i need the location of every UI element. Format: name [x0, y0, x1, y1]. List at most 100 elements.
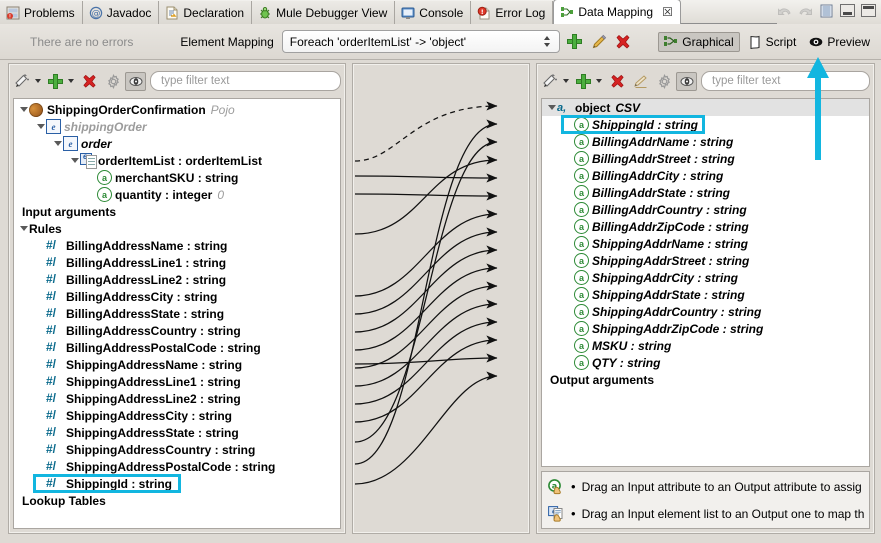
tree-row-label: ShippingAddressState : string — [66, 425, 239, 440]
delete-icon[interactable] — [609, 73, 626, 90]
tree-row[interactable]: #/ ShippingId : string — [14, 474, 340, 493]
tree-row[interactable]: Rules — [14, 220, 340, 237]
twisty-expanded-icon[interactable] — [52, 135, 63, 152]
input-tree[interactable]: ShippingOrderConfirmation Pojo e shippingOr… — [13, 98, 341, 529]
tree-row[interactable]: a ShippingAddrStreet : string — [542, 252, 869, 269]
twisty-expanded-icon[interactable] — [18, 220, 29, 237]
tree-row[interactable]: a QTY : string — [542, 354, 869, 371]
minimize-button[interactable] — [840, 4, 855, 17]
edit-mapping-button[interactable] — [590, 33, 608, 51]
forward-arrow-icon[interactable] — [798, 4, 813, 18]
tree-row[interactable]: a MSKU : string — [542, 337, 869, 354]
add-icon[interactable] — [47, 73, 63, 89]
eye-icon[interactable] — [676, 71, 697, 91]
tree-row[interactable]: a quantity : integer 0 — [14, 186, 340, 203]
input-panel: type filter text ShippingOrderConfirmati… — [8, 63, 346, 534]
close-icon[interactable]: ☒ — [662, 5, 673, 19]
tree-row[interactable]: ShippingOrderConfirmation Pojo — [14, 101, 340, 119]
tree-row[interactable]: Input arguments — [14, 203, 340, 220]
tab-javadoc[interactable]: @ Javadoc — [82, 1, 160, 24]
wand-dropdown-icon[interactable] — [35, 79, 41, 83]
tab-console[interactable]: Console — [395, 1, 472, 24]
tree-row[interactable]: #/ ShippingAddressLine1 : string — [14, 373, 340, 390]
tree-row[interactable]: a ShippingAddrZipCode : string — [542, 320, 869, 337]
tab-declaration[interactable]: Declaration — [159, 1, 253, 24]
tab-mule-debugger-view[interactable]: Mule Debugger View — [252, 1, 396, 24]
tab-data-mapping[interactable]: Data Mapping ☒ — [553, 0, 681, 24]
tree-row[interactable]: #/ BillingAddressCity : string — [14, 288, 340, 305]
add-dropdown-icon[interactable] — [596, 79, 602, 83]
tree-row[interactable]: #/ ShippingAddressLine2 : string — [14, 390, 340, 407]
add-icon[interactable] — [575, 73, 591, 89]
tree-row[interactable]: Lookup Tables — [14, 492, 340, 509]
tree-row[interactable]: #/ ShippingAddressPostalCode : string — [14, 458, 340, 475]
tree-row[interactable]: a ShippingId : string — [542, 115, 869, 134]
magic-wand-icon[interactable] — [541, 73, 558, 89]
chevron-updown-icon[interactable] — [541, 33, 554, 50]
mapping-lines-panel[interactable] — [352, 63, 530, 534]
tree-row[interactable]: #/ ShippingAddressCity : string — [14, 407, 340, 424]
tree-row[interactable]: a merchantSKU : string — [14, 169, 340, 186]
view-menu-icon[interactable] — [819, 4, 834, 18]
tree-row[interactable]: a BillingAddrState : string — [542, 184, 869, 201]
delete-mapping-button[interactable] — [614, 33, 632, 51]
status-text: There are no errors — [30, 34, 134, 49]
gear-icon[interactable] — [657, 73, 672, 89]
tree-row[interactable]: a ShippingAddrState : string — [542, 286, 869, 303]
twisty-expanded-icon[interactable] — [546, 99, 557, 116]
tree-row[interactable]: a BillingAddrStreet : string — [542, 150, 869, 167]
tree-row[interactable]: a BillingAddrCity : string — [542, 167, 869, 184]
view-script-button[interactable]: Script — [743, 33, 802, 51]
tree-row[interactable]: a ShippingAddrCountry : string — [542, 303, 869, 320]
tree-row[interactable]: #/ BillingAddressName : string — [14, 237, 340, 254]
tree-row[interactable]: #/ ShippingAddressState : string — [14, 424, 340, 441]
twisty-expanded-icon[interactable] — [18, 101, 29, 118]
tree-row[interactable]: e order — [14, 135, 340, 152]
tree-row[interactable]: a BillingAddrCountry : string — [542, 201, 869, 218]
add-mapping-button[interactable] — [566, 33, 584, 51]
tree-row[interactable]: #/ BillingAddressPostalCode : string — [14, 339, 340, 356]
tree-row[interactable]: #/ BillingAddressState : string — [14, 305, 340, 322]
tree-row[interactable]: a ShippingAddrCity : string — [542, 269, 869, 286]
magic-wand-icon[interactable] — [13, 73, 30, 89]
twisty-expanded-icon[interactable] — [35, 118, 46, 135]
tree-row[interactable]: #/ BillingAddressCountry : string — [14, 322, 340, 339]
tree-row[interactable]: a BillingAddrName : string — [542, 133, 869, 150]
rename-pencil-icon[interactable] — [633, 73, 649, 89]
output-filter-field[interactable]: type filter text — [701, 71, 870, 91]
tab-label: Mule Debugger View — [276, 5, 388, 20]
view-graphical-button[interactable]: Graphical — [658, 31, 740, 52]
input-filter-field[interactable]: type filter text — [150, 71, 341, 91]
output-panel-toolbar: type filter text — [541, 68, 870, 94]
tab-label: Data Mapping — [578, 5, 654, 19]
tree-row[interactable]: a ShippingAddrName : string — [542, 235, 869, 252]
element-mapping-select[interactable]: Foreach 'orderItemList' -> 'object' — [281, 30, 560, 53]
wand-dropdown-icon[interactable] — [563, 79, 569, 83]
output-tree[interactable]: a, object CSV a ShippingId : string a BillingA… — [541, 98, 870, 467]
gear-icon[interactable] — [106, 73, 121, 89]
add-dropdown-icon[interactable] — [68, 79, 74, 83]
maximize-button[interactable] — [861, 4, 876, 17]
delete-icon[interactable] — [81, 73, 98, 90]
tree-row[interactable]: #/ BillingAddressLine1 : string — [14, 254, 340, 271]
view-preview-button[interactable]: Preview — [804, 33, 875, 51]
tree-row[interactable]: a, object CSV — [542, 99, 869, 116]
tree-row[interactable]: #/ ShippingAddressCountry : string — [14, 441, 340, 458]
tree-row[interactable]: #/ ShippingAddressName : string — [14, 356, 340, 373]
twisty-expanded-icon[interactable] — [69, 152, 80, 169]
tab-problems[interactable]: ! Problems — [0, 1, 83, 24]
tree-row[interactable]: orderItemList : orderItemList — [14, 152, 340, 169]
tree-row[interactable]: e shippingOrder — [14, 118, 340, 135]
back-arrow-icon[interactable] — [777, 4, 792, 18]
tree-row[interactable]: a BillingAddrZipCode : string — [542, 218, 869, 235]
tab-error-log[interactable]: ! Error Log — [471, 1, 554, 24]
eye-icon[interactable] — [125, 71, 146, 91]
tree-row-label: Rules — [29, 221, 62, 236]
output-filter-placeholder: type filter text — [712, 75, 781, 87]
tree-row[interactable]: #/ BillingAddressLine2 : string — [14, 271, 340, 288]
tree-row[interactable]: Output arguments — [542, 371, 869, 388]
